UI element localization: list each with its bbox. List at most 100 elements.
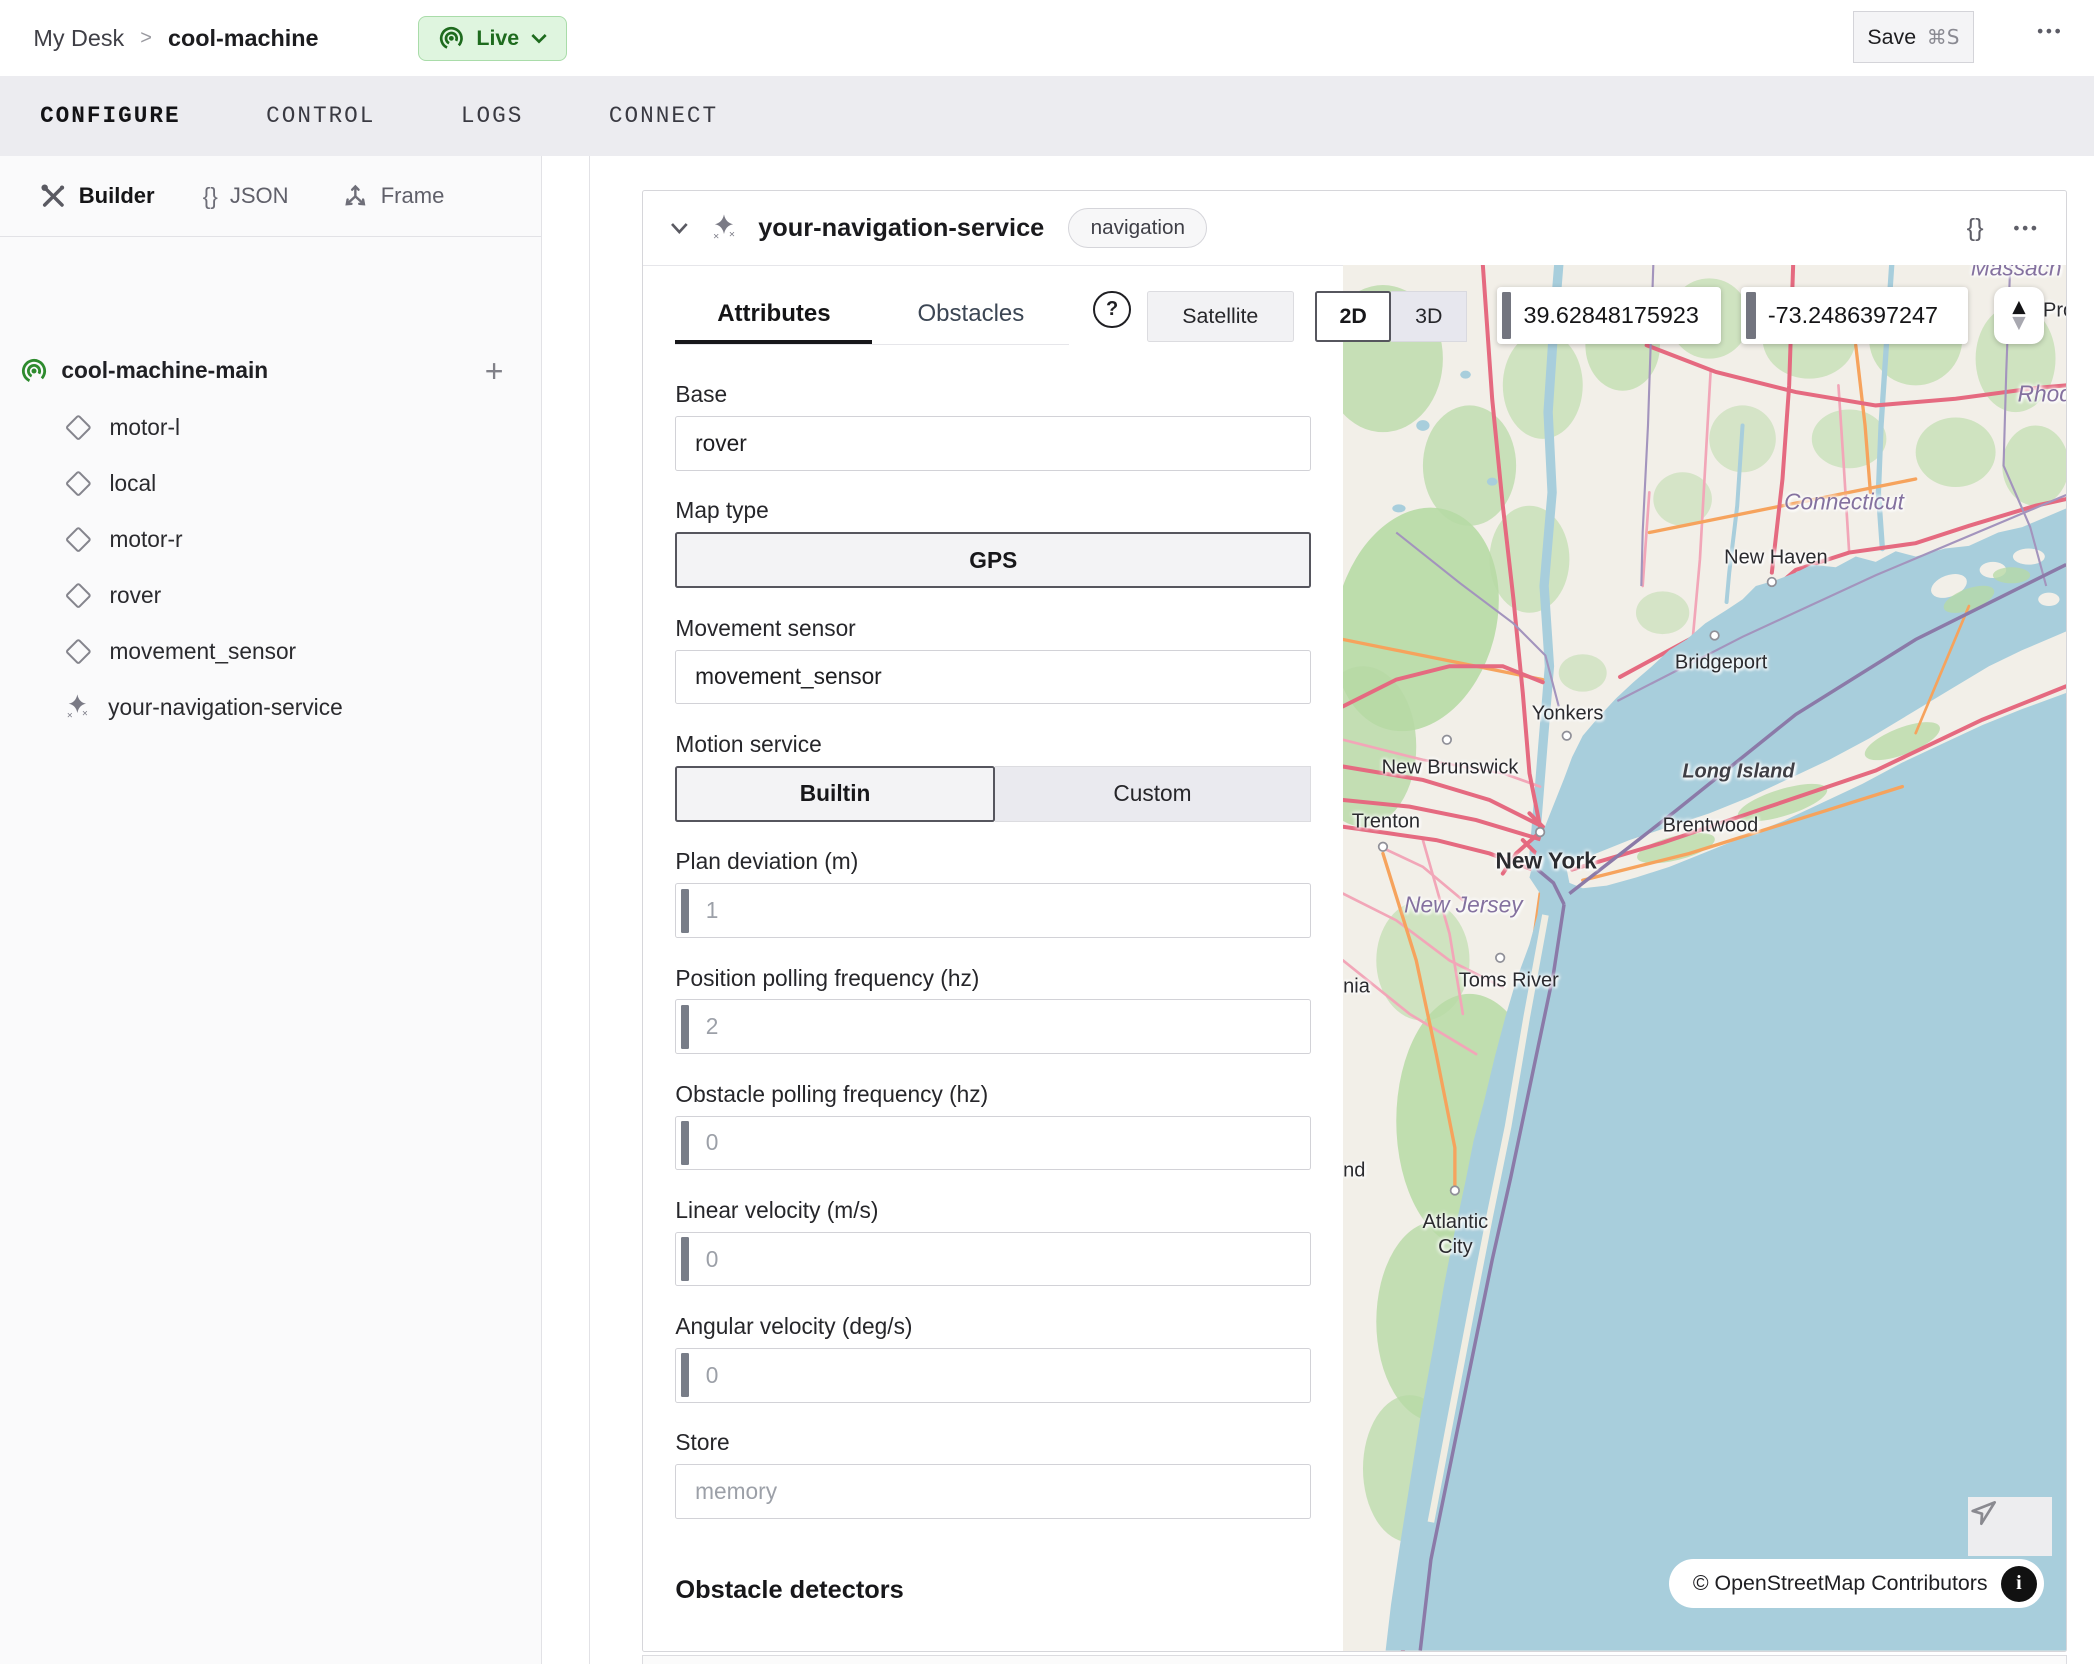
map-type-label: Map type: [675, 497, 1311, 524]
panel-divider[interactable]: [589, 156, 590, 1664]
base-field: Base: [675, 381, 1311, 470]
longitude-field: [1741, 287, 1968, 344]
latitude-input[interactable]: [1523, 287, 1718, 344]
map-label-partial: nd: [1343, 1159, 1365, 1182]
mode-builder[interactable]: Builder: [40, 183, 155, 210]
map-label-bridgeport: Bridgeport: [1675, 652, 1767, 675]
store-input[interactable]: [675, 1464, 1311, 1519]
zoom-stepper[interactable]: ▲ ▼: [1994, 287, 2045, 344]
svg-text:×: ×: [67, 711, 73, 722]
tree-item-movement-sensor[interactable]: movement_sensor: [0, 623, 541, 679]
map-label-trenton: Trenton: [1352, 811, 1420, 834]
breadcrumb-separator-icon: >: [140, 27, 152, 50]
mode-frame[interactable]: Frame: [342, 183, 444, 210]
card-header: × × your-navigation-service navigation {…: [643, 191, 2066, 267]
mode-frame-label: Frame: [381, 183, 445, 209]
step-down-icon[interactable]: ▼: [2012, 315, 2025, 331]
motion-service-toggle: Builtin Custom: [675, 766, 1311, 822]
tree-item-navigation-service[interactable]: × × your-navigation-service: [0, 679, 541, 735]
live-label: Live: [476, 26, 519, 51]
component-diamond-icon: [66, 470, 92, 496]
frame-axes-icon: [342, 183, 369, 210]
config-mode-switcher: Builder {} JSON Frame: [0, 156, 541, 237]
component-diamond-icon: [66, 638, 92, 664]
component-diamond-icon: [66, 414, 92, 440]
map-label-rhode-island: Rhod: [2018, 380, 2067, 407]
machine-config-page: My Desk > cool-machine Live Save ⌘S ••• …: [0, 0, 2094, 1664]
angular-velocity-input[interactable]: [675, 1348, 1311, 1403]
motion-custom-option[interactable]: Custom: [995, 766, 1311, 822]
map-label-atlantic-city: Atlantic City: [1409, 1210, 1502, 1260]
breadcrumb-root[interactable]: My Desk: [33, 25, 124, 52]
next-card-edge: [642, 1655, 2067, 1664]
map-2d-button[interactable]: 2D: [1315, 291, 1391, 342]
tab-logs[interactable]: LOGS: [421, 103, 569, 129]
linear-velocity-input[interactable]: [675, 1232, 1311, 1287]
movement-sensor-field: Movement sensor: [675, 615, 1311, 704]
service-sparkle-icon: × ×: [710, 213, 739, 242]
tree-item-local[interactable]: local: [0, 455, 541, 511]
tab-configure[interactable]: CONFIGURE: [0, 103, 226, 129]
attribution-text: © OpenStreetMap Contributors: [1693, 1571, 1988, 1596]
component-diamond-icon: [66, 582, 92, 608]
map-3d-button[interactable]: 3D: [1391, 291, 1467, 342]
map-attribution: © OpenStreetMap Contributors i: [1669, 1559, 2044, 1608]
motion-service-label: Motion service: [675, 731, 1311, 758]
top-bar: My Desk > cool-machine Live Save ⌘S •••: [0, 0, 2094, 76]
service-sparkle-icon: × ×: [64, 693, 92, 721]
position-polling-input[interactable]: [675, 999, 1311, 1054]
card-body: Massach Rhod Pro Connecticut New Haven B…: [643, 265, 2066, 1651]
tree-root-machine[interactable]: cool-machine-main +: [0, 343, 541, 399]
tab-obstacles[interactable]: Obstacles: [872, 300, 1069, 344]
navigation-map[interactable]: Massach Rhod Pro Connecticut New Haven B…: [1343, 265, 2066, 1651]
collapse-chevron-icon[interactable]: [670, 222, 689, 234]
movement-sensor-input[interactable]: [675, 650, 1311, 705]
tree-item-motor-l[interactable]: motor-l: [0, 399, 541, 455]
map-label-yonkers: Yonkers: [1532, 703, 1604, 726]
svg-text:×: ×: [729, 230, 735, 241]
map-label-massachusetts: Massach: [1971, 265, 2062, 281]
card-title: your-navigation-service: [758, 214, 1044, 243]
navigate-arrow-icon: [1968, 1497, 2000, 1529]
save-label: Save: [1867, 25, 1916, 50]
plan-deviation-input[interactable]: [675, 883, 1311, 938]
latitude-field: [1497, 287, 1721, 344]
help-icon[interactable]: ?: [1093, 291, 1130, 328]
motion-service-field: Motion service Builtin Custom: [675, 731, 1311, 822]
tree-root-label: cool-machine-main: [61, 357, 268, 384]
movement-sensor-label: Movement sensor: [675, 615, 1311, 642]
satellite-toggle-button[interactable]: Satellite: [1147, 291, 1294, 342]
config-sidebar: Builder {} JSON Frame: [0, 156, 542, 1664]
tree-item-motor-r[interactable]: motor-r: [0, 511, 541, 567]
map-type-gps-button[interactable]: GPS: [675, 532, 1311, 588]
recenter-button[interactable]: [1968, 1497, 2052, 1556]
svg-text:×: ×: [82, 709, 88, 720]
motion-builtin-option[interactable]: Builtin: [675, 766, 994, 822]
mode-json[interactable]: {} JSON: [203, 183, 289, 210]
tab-connect[interactable]: CONNECT: [569, 103, 764, 129]
plan-deviation-field: Plan deviation (m): [675, 848, 1311, 937]
tab-attributes[interactable]: Attributes: [675, 300, 872, 344]
card-more-menu-button[interactable]: •••: [2013, 191, 2039, 266]
page-more-menu-button[interactable]: •••: [2037, 21, 2063, 42]
main-nav-tabs: CONFIGURE CONTROL LOGS CONNECT: [0, 76, 2094, 156]
position-polling-label: Position polling frequency (hz): [675, 965, 1311, 992]
base-label: Base: [675, 381, 1311, 408]
tab-control[interactable]: CONTROL: [226, 103, 421, 129]
tree-item-rover[interactable]: rover: [0, 567, 541, 623]
map-label-new-york: New York: [1496, 848, 1597, 875]
longitude-input[interactable]: [1768, 287, 1966, 344]
chevron-down-icon: [531, 33, 547, 44]
plan-deviation-label: Plan deviation (m): [675, 848, 1311, 875]
mode-json-label: JSON: [230, 183, 289, 209]
obstacle-polling-field: Obstacle polling frequency (hz): [675, 1081, 1311, 1170]
code-view-button[interactable]: {}: [1967, 191, 1984, 266]
live-status-dropdown[interactable]: Live: [418, 16, 567, 61]
save-button[interactable]: Save ⌘S: [1853, 11, 1974, 64]
map-type-field: Map type GPS: [675, 497, 1311, 588]
add-component-button[interactable]: +: [485, 355, 504, 387]
obstacle-polling-input[interactable]: [675, 1116, 1311, 1171]
info-icon[interactable]: i: [2001, 1566, 2037, 1602]
braces-icon: {}: [203, 183, 218, 210]
base-input[interactable]: [675, 416, 1311, 471]
